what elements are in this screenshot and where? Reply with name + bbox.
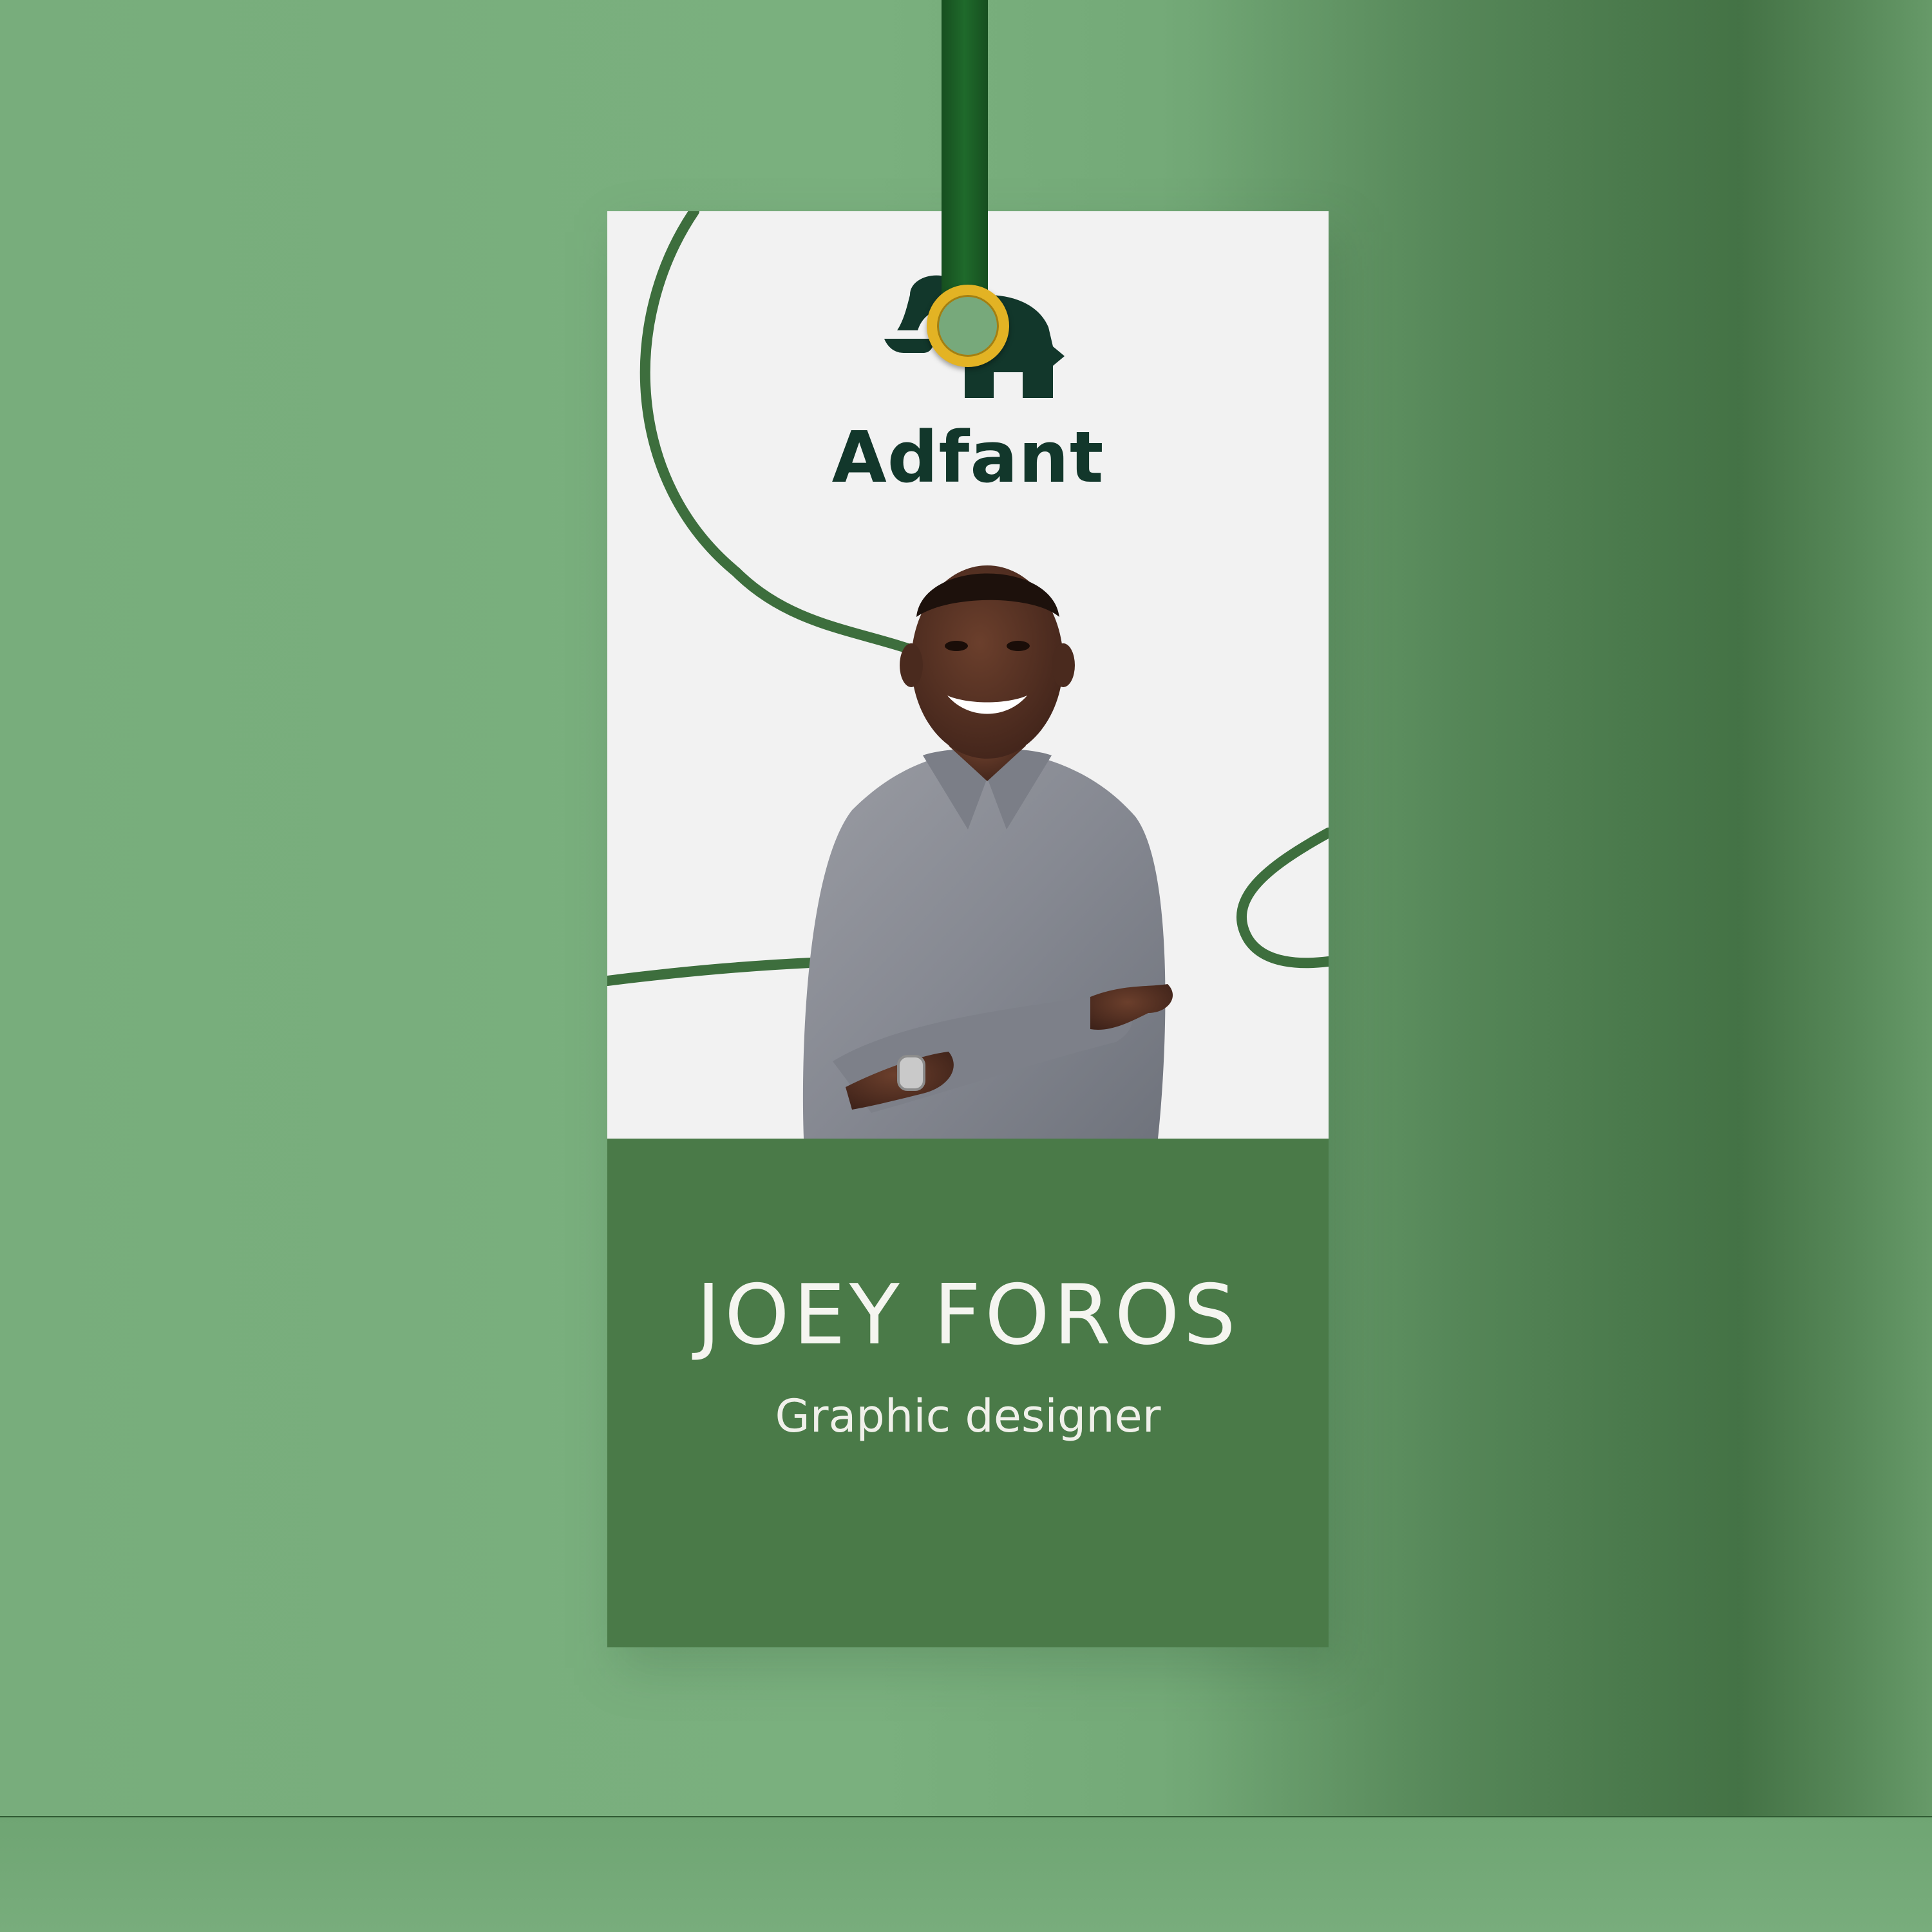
portrait-photo	[802, 565, 1173, 1139]
scene-background: Adfant JOEY FOROS Graphic designer	[0, 0, 1932, 1932]
person-name: JOEY FOROS	[696, 1267, 1240, 1363]
eyelet-ring	[927, 285, 1009, 367]
id-badge-card: Adfant JOEY FOROS Graphic designer	[607, 211, 1329, 1647]
job-title: Graphic designer	[775, 1390, 1161, 1443]
brand-name: Adfant	[831, 416, 1104, 498]
floor	[0, 1817, 1932, 1932]
